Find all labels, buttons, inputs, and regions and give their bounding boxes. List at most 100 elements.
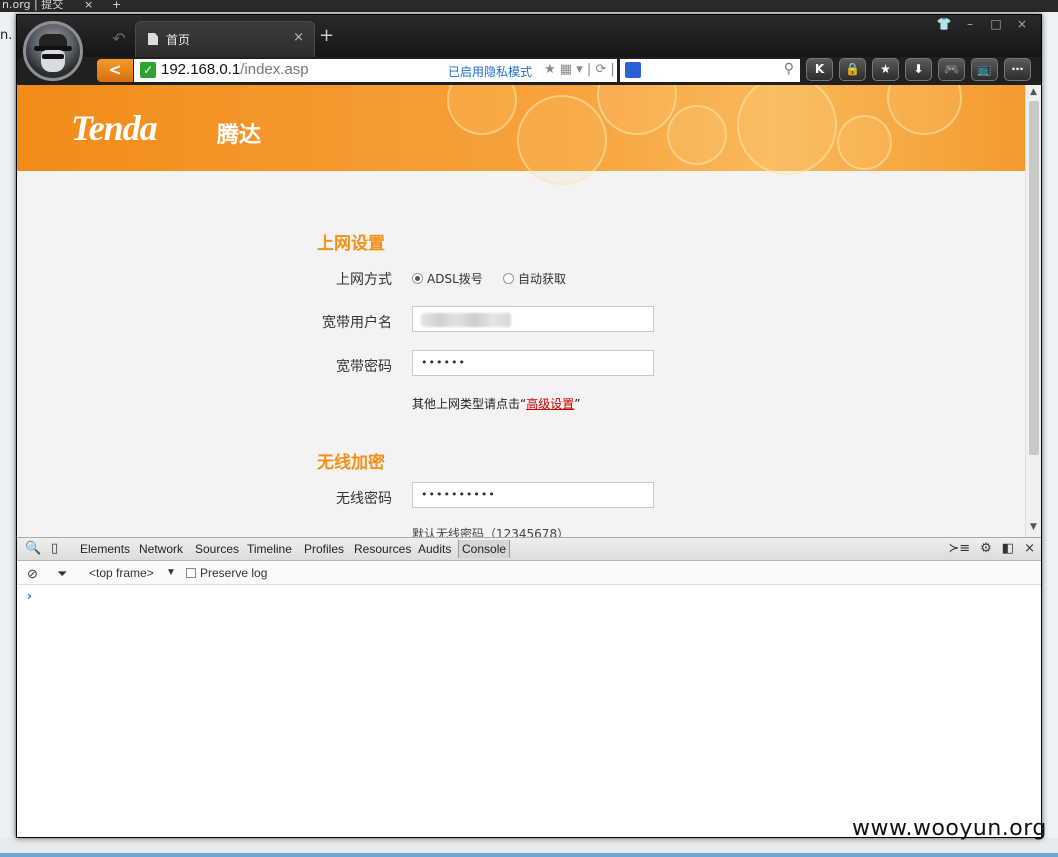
address-bar[interactable]: ✓ 192.168.0.1/index.asp 已启用隐私模式 ★ ▦ ▾ | …	[134, 59, 617, 82]
console-toolbar: ⊘ ⏷ <top frame> ▼ Preserve log	[17, 561, 1041, 585]
radio-auto-label: 自动获取	[518, 272, 567, 286]
background-tab-label[interactable]: n.org | 提交	[2, 0, 63, 11]
tv-icon[interactable]: 📺	[971, 58, 998, 81]
advanced-settings-hint: 其他上网类型请点击“高级设置”	[412, 395, 580, 412]
radio-adsl[interactable]: ADSL拨号	[412, 270, 483, 287]
scroll-thumb[interactable]	[1029, 101, 1039, 455]
banner-bubble	[887, 85, 962, 135]
wifi-password-input[interactable]: ••••••••••	[412, 482, 654, 508]
browser-window: ↶ 首页 × + 👕 – □ × < ✓ 192.168.0.1/index.asp …	[16, 14, 1042, 838]
background-tabbar: n.org | 提交 × +	[0, 0, 1058, 12]
search-icon[interactable]: ⚲	[784, 61, 794, 77]
frame-select[interactable]: <top frame>	[89, 566, 154, 580]
tab-sources[interactable]: Sources	[195, 542, 239, 556]
download-icon[interactable]: ⬇	[905, 58, 932, 81]
page-scrollbar[interactable]: ▲ ▼	[1025, 85, 1041, 537]
privacy-mode-indicator[interactable]: 已启用隐私模式	[448, 63, 532, 80]
inspect-icon[interactable]: 🔍	[25, 541, 41, 556]
tab-home[interactable]: 首页 ×	[135, 21, 315, 57]
tab-resources[interactable]: Resources	[354, 542, 411, 556]
banner-bubble	[517, 95, 607, 185]
window-controls: 👕 – □ ×	[931, 17, 1035, 35]
advanced-hint-suffix: ”	[574, 397, 581, 411]
devtools-panel: 🔍 ▯ Elements Network Sources Timeline Pr…	[17, 537, 1041, 837]
watermark: www.wooyun.org	[852, 816, 1047, 841]
settings-gear-icon[interactable]: ⚙	[980, 541, 992, 556]
toolbar-buttons: K 🔒 ★ ⬇ 🎮 📺 ⋯	[806, 58, 1037, 83]
scroll-up-icon[interactable]: ▲	[1030, 87, 1037, 97]
scroll-down-icon[interactable]: ▼	[1030, 522, 1037, 532]
new-tab-icon[interactable]: +	[319, 27, 334, 45]
tab-audits[interactable]: Audits	[418, 542, 451, 556]
taskbar-edge	[0, 853, 1058, 857]
radio-adsl-indicator[interactable]	[412, 273, 423, 284]
label-broadband-password: 宽带密码	[336, 359, 392, 375]
background-left-strip: n.	[0, 12, 16, 857]
title-bar: ↶ 首页 × + 👕 – □ ×	[17, 15, 1041, 57]
lock-icon[interactable]: 🔒	[839, 58, 866, 81]
radio-auto-indicator[interactable]	[503, 273, 514, 284]
header-banner: Tenda 腾达	[17, 85, 1025, 185]
background-new-tab-icon[interactable]: +	[112, 0, 121, 11]
skin-icon[interactable]: 👕	[931, 17, 957, 31]
frame-dropdown-icon[interactable]: ▼	[166, 567, 176, 578]
secure-check-icon: ✓	[140, 62, 156, 78]
label-wifi-password: 无线密码	[336, 491, 392, 507]
tab-profiles[interactable]: Profiles	[304, 542, 344, 556]
section-title-internet: 上网设置	[317, 234, 385, 254]
devtools-actions: ≻≡ ⚙ ◧ ×	[938, 541, 1035, 556]
close-window-icon[interactable]: ×	[1009, 17, 1035, 31]
background-right-strip	[1042, 12, 1058, 857]
preserve-log-checkbox[interactable]: Preserve log	[186, 566, 267, 580]
more-icon[interactable]: ⋯	[1004, 58, 1031, 81]
blurred-username	[421, 313, 511, 327]
tab-console[interactable]: Console	[458, 540, 511, 558]
url-path: /index.asp	[240, 61, 309, 78]
drawer-icon[interactable]: ≻≡	[948, 541, 970, 556]
banner-bubble	[837, 115, 892, 170]
close-devtools-icon[interactable]: ×	[1024, 541, 1035, 556]
banner-bubble	[667, 105, 727, 165]
radio-auto[interactable]: 自动获取	[503, 270, 566, 287]
maximize-icon[interactable]: □	[983, 17, 1009, 31]
tab-close-icon[interactable]: ×	[293, 30, 304, 45]
console-prompt[interactable]: ›	[27, 589, 32, 603]
background-tab-close-icon[interactable]: ×	[84, 0, 93, 11]
tab-timeline[interactable]: Timeline	[247, 542, 292, 556]
device-mode-icon[interactable]: ▯	[51, 541, 58, 556]
preserve-log-box[interactable]	[186, 568, 196, 578]
url-host: 192.168.0.1	[161, 61, 241, 78]
broadband-username-input[interactable]	[412, 306, 654, 332]
clear-console-icon[interactable]: ⊘	[27, 566, 38, 582]
search-box[interactable]: 🐾 ⚲	[620, 59, 800, 82]
search-engine-icon[interactable]: 🐾	[625, 62, 641, 78]
advanced-settings-link[interactable]: 高级设置	[526, 397, 574, 411]
page-viewport: Tenda 腾达 上网设置 上网方式 ADSL拨号 自动获取 宽带用户名 宽带密…	[17, 85, 1041, 537]
preserve-log-label: Preserve log	[200, 566, 268, 580]
section-title-wireless: 无线加密	[317, 453, 385, 473]
minimize-icon[interactable]: –	[957, 17, 983, 31]
k-button[interactable]: K	[806, 58, 833, 81]
url-text[interactable]: 192.168.0.1/index.asp	[161, 61, 309, 78]
favorites-icon[interactable]: ★	[872, 58, 899, 81]
banner-bubble	[737, 85, 837, 175]
back-button[interactable]: <	[97, 59, 133, 82]
address-bar-icons[interactable]: ★ ▦ ▾ | ⟳ |	[544, 62, 615, 77]
avatar-glasses	[42, 54, 64, 59]
label-broadband-username: 宽带用户名	[322, 315, 392, 331]
filter-icon[interactable]: ⏷	[57, 566, 67, 582]
devtools-toolbar: 🔍 ▯ Elements Network Sources Timeline Pr…	[17, 537, 1041, 561]
tab-network[interactable]: Network	[139, 542, 183, 556]
label-connection-mode: 上网方式	[336, 272, 392, 288]
dock-icon[interactable]: ◧	[1002, 541, 1014, 556]
game-icon[interactable]: 🎮	[938, 58, 965, 81]
tab-elements[interactable]: Elements	[80, 542, 130, 556]
broadband-password-input[interactable]: ••••••	[412, 350, 654, 376]
tab-undo-icon[interactable]: ↶	[99, 25, 139, 55]
tenda-logo-cn: 腾达	[217, 123, 262, 148]
user-avatar[interactable]	[23, 21, 83, 81]
background-left-text: n.	[0, 28, 13, 43]
navigation-bar: < ✓ 192.168.0.1/index.asp 已启用隐私模式 ★ ▦ ▾ …	[17, 57, 1041, 85]
banner-bubble	[597, 85, 677, 135]
tab-title: 首页	[166, 33, 191, 47]
